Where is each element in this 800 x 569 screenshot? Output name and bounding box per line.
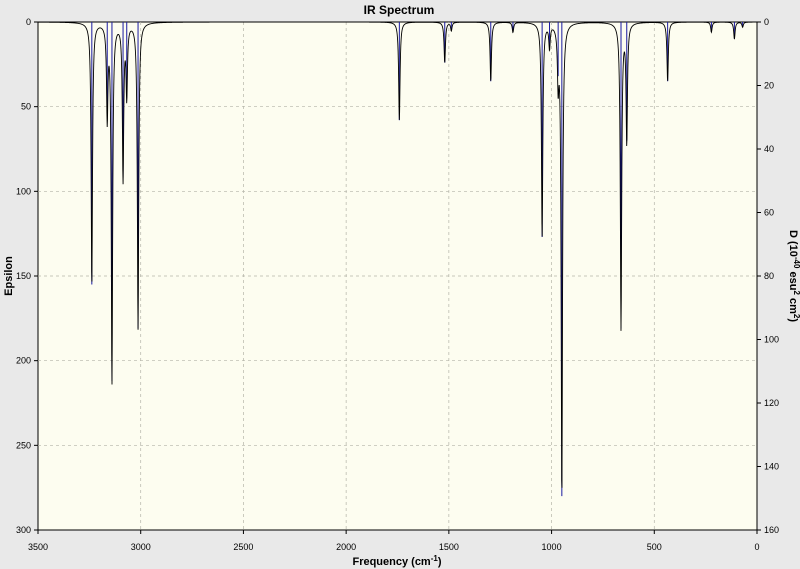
y-tick-label: 0 bbox=[26, 17, 31, 27]
x-tick-label: 1000 bbox=[542, 542, 562, 552]
y-tick-label: 300 bbox=[16, 525, 31, 535]
y2-tick-label: 40 bbox=[764, 144, 774, 154]
x-tick-label: 1500 bbox=[439, 542, 459, 552]
chart-title: IR Spectrum bbox=[364, 3, 435, 17]
y2-tick-label: 140 bbox=[764, 462, 779, 472]
plot-area bbox=[37, 21, 758, 531]
x-tick-label: 2500 bbox=[233, 542, 253, 552]
y2-tick-label: 20 bbox=[764, 81, 774, 91]
y-tick-label: 200 bbox=[16, 356, 31, 366]
x-tick-label: 2000 bbox=[336, 542, 356, 552]
y2-tick-label: 160 bbox=[764, 525, 779, 535]
y-tick-label: 250 bbox=[16, 440, 31, 450]
x-tick-label: 3500 bbox=[28, 542, 48, 552]
y2-axis-label: D (10-40 esu2 cm2) bbox=[787, 230, 800, 322]
y2-tick-label: 100 bbox=[764, 335, 779, 345]
x-axis-label: Frequency (cm-1) bbox=[352, 554, 441, 568]
x-tick-label: 3000 bbox=[131, 542, 151, 552]
y-tick-label: 150 bbox=[16, 271, 31, 281]
x-tick-label: 500 bbox=[647, 542, 662, 552]
y-axis-label: Epsilon bbox=[3, 256, 15, 296]
y2-tick-label: 80 bbox=[764, 271, 774, 281]
y2-tick-label: 60 bbox=[764, 208, 774, 218]
x-tick-label: 0 bbox=[754, 542, 759, 552]
y-tick-label: 50 bbox=[21, 102, 31, 112]
y2-tick-label: 120 bbox=[764, 398, 779, 408]
ir-spectrum-chart: 3500 3000 2500 2000 1500 1000 500 0050100150200… bbox=[0, 0, 800, 569]
y2-tick-label: 0 bbox=[764, 17, 769, 27]
y-tick-label: 100 bbox=[16, 186, 31, 196]
